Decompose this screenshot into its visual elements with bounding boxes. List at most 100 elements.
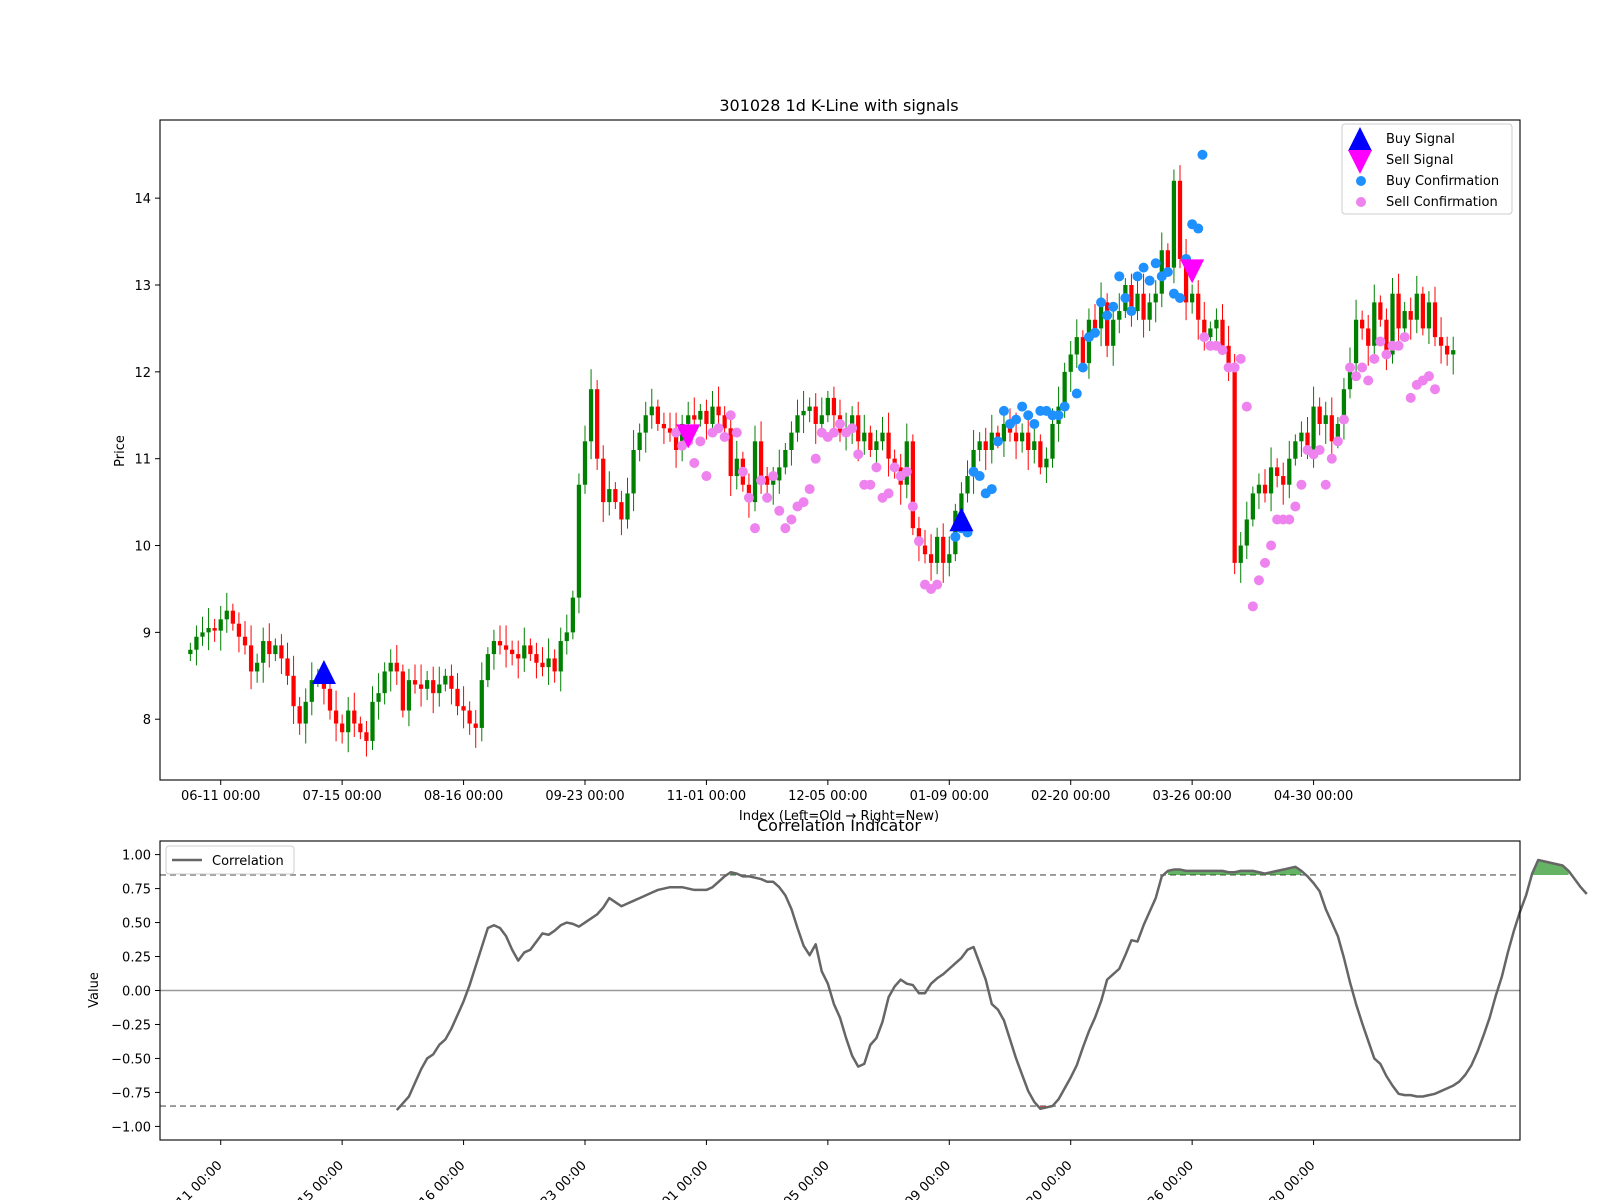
sell-confirmation-point [743,492,754,503]
sell-confirmation-point [695,436,706,447]
kline-xtick-label: 11-01 00:00 [667,789,746,804]
sell-confirmation-point [1345,362,1355,373]
kline-ylabel: Price [113,435,128,467]
candle-body [643,415,648,433]
candle-body [1165,250,1170,268]
sell-confirmation-point [804,484,815,495]
kline-ytick-label: 14 [134,192,151,207]
candle-body [1026,432,1031,450]
corr-fill-regions [730,860,1569,1109]
sell-confirmation-point [768,471,779,482]
candle-body [491,641,497,655]
buy-confirmation-point [1120,293,1131,304]
candle-body [273,645,278,655]
candle-body [352,710,357,724]
candle-body [303,701,308,724]
candle-body [874,441,879,450]
candle-body [485,654,490,681]
kline-xtick-label: 04-30 00:00 [1274,789,1353,804]
candle-body [1001,423,1007,442]
candle-body [789,432,794,450]
sell-confirmation-point [1217,345,1228,356]
legend-buy-confirmation-label: Buy Confirmation [1386,174,1499,189]
candle-body [698,410,703,420]
candle-body [1408,311,1413,320]
candle-body [886,432,891,459]
candle-body [965,476,970,494]
candle-body [455,688,460,707]
corr-ytick-label: 0.50 [122,917,151,932]
sell-confirmation-point [756,475,767,486]
sell-confirmation-point [1247,601,1258,612]
candle-body [418,684,424,689]
candle-body [607,489,612,503]
candle-body [1451,350,1456,355]
corr-ytick-label: 0.25 [122,951,151,966]
candle-body [631,450,636,494]
kline-confirmations [671,149,1440,612]
candle-body [248,645,254,672]
candle-body [534,654,539,663]
candle-body [1414,293,1419,320]
candle-body [1244,519,1249,546]
sell-confirmation-point [1296,479,1307,490]
corr-ytick-label: −0.75 [111,1086,151,1101]
candle-body [1032,441,1037,450]
candle-body [431,680,436,694]
buy-confirmation-point [1053,410,1064,421]
candle-body [1420,293,1425,329]
candle-body [1432,302,1438,338]
legend-buy-signal-label: Buy Signal [1386,132,1455,147]
sell-confirmation-point [750,523,760,534]
candle-body [510,649,515,655]
candle-body [1147,302,1152,320]
candle-body [661,423,667,429]
buy-confirmation-point [1102,310,1113,321]
sell-confirmation-point [1326,453,1337,464]
candle-body [1190,293,1195,303]
candle-body [1238,545,1243,563]
sell-confirmation-point [701,471,712,482]
candle-body [595,389,600,459]
corr-series [395,858,1588,1111]
candle-body [388,662,393,672]
sell-confirmation-point [713,423,724,434]
candle-body [601,458,606,503]
candle-body [224,610,229,620]
candle-body [540,662,545,668]
candle-body [1256,484,1262,494]
buy-confirmation-point [1108,301,1119,312]
candle-body [370,701,375,741]
buy-confirmation-point [1126,306,1137,317]
sell-confirmation-point [1351,371,1362,382]
sell-confirmation-point [932,579,943,590]
sell-confirmation-point [1290,501,1301,512]
candle-body [1214,319,1219,329]
kline-signals [311,259,1205,685]
corr-ytick-label: 0.75 [122,883,151,898]
buy-confirmation-point [1144,275,1155,286]
figure: 301028 1d K-Line with signals 8 9 10 11 12 13… [87,96,1588,1200]
candle-body [376,693,381,702]
candle-body [1262,484,1268,494]
sell-confirmation-point [847,423,858,434]
buy-signal-marker [311,660,336,685]
sell-confirmation-point [835,418,845,429]
candle-body [230,610,235,624]
corr-ytick-label: −1.00 [111,1120,151,1135]
candle-body [1366,328,1371,346]
candle-body [831,397,837,416]
candle-body [1044,458,1049,468]
candle-body [777,467,782,481]
candle-body [236,623,242,637]
candle-body [285,658,290,676]
kline-ytick-label: 8 [143,713,151,728]
sell-confirmation-point [883,488,894,499]
corr-xtick-label: 01-09 00:00 [887,1158,954,1200]
candle-body [813,406,818,424]
sell-confirmation-point [1338,414,1349,425]
candle-body [862,432,867,442]
buy-confirmation-point [1096,297,1107,308]
candle-body [473,723,478,728]
buy-confirmation-point [1011,414,1022,425]
